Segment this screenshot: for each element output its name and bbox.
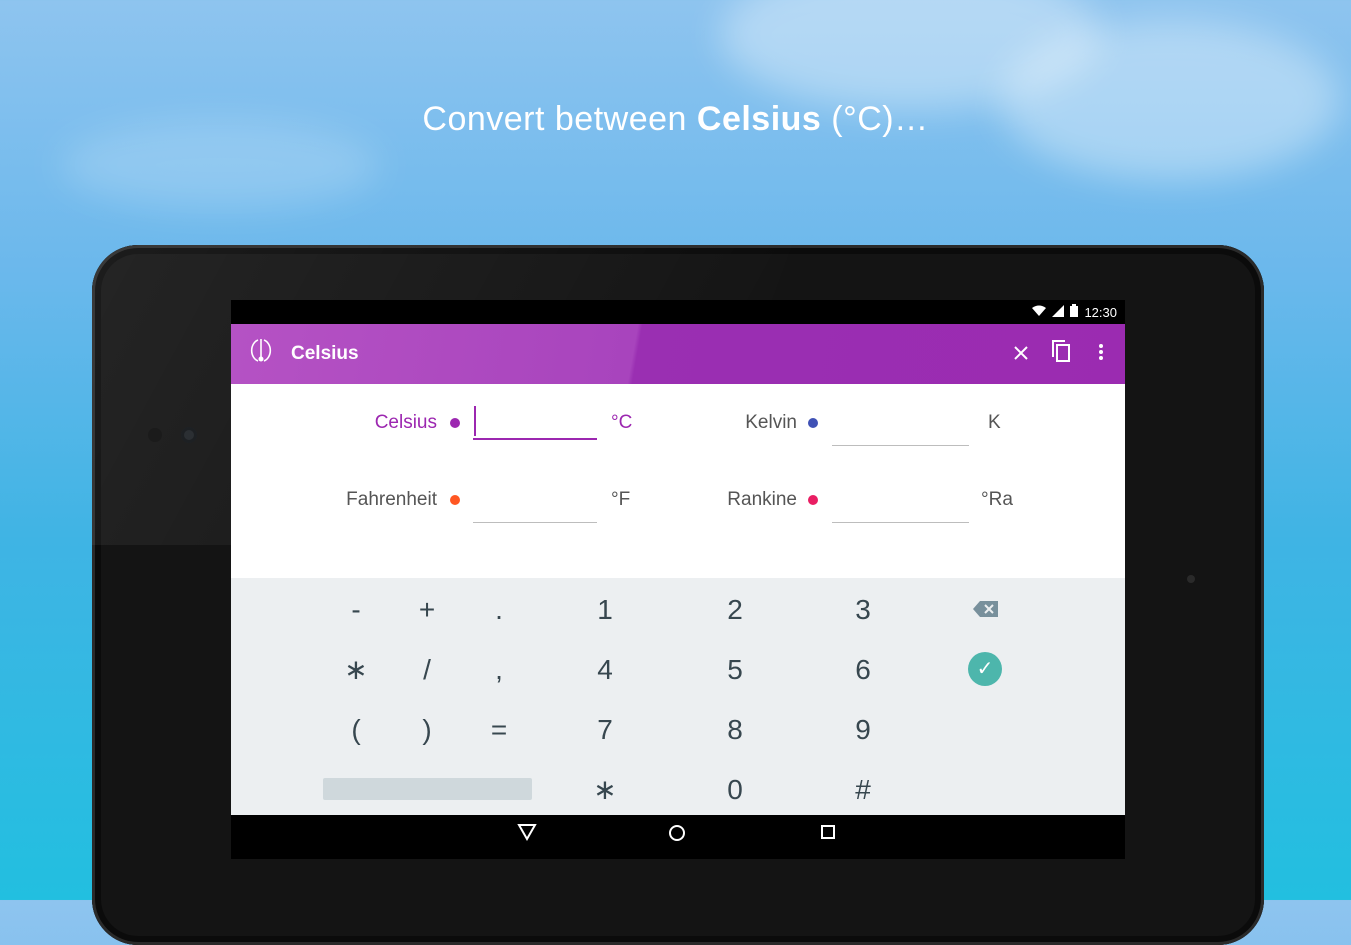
- key-2[interactable]: 2: [705, 590, 765, 630]
- rankine-dot: [808, 495, 818, 505]
- status-time: 12:30: [1084, 304, 1117, 320]
- key-star[interactable]: ∗: [575, 770, 635, 810]
- key-plus[interactable]: +: [397, 590, 457, 630]
- key-equals[interactable]: =: [469, 710, 529, 750]
- space-key[interactable]: [323, 778, 532, 800]
- key-dot[interactable]: .: [469, 590, 529, 630]
- text-caret: [474, 406, 476, 436]
- thermometer-icon: [231, 337, 291, 371]
- key-comma[interactable]: ,: [469, 650, 529, 690]
- key-9[interactable]: 9: [833, 710, 893, 750]
- app-title: Celsius: [291, 343, 359, 364]
- key-0[interactable]: 0: [705, 770, 765, 810]
- device-screen: 12:30 Celsius Celsius °C Kelvin K Fahren…: [231, 300, 1125, 859]
- headline-suffix: (°C)…: [821, 100, 929, 138]
- kelvin-label: Kelvin: [745, 412, 797, 433]
- light-sensor: [1187, 575, 1195, 583]
- key-1[interactable]: 1: [575, 590, 635, 630]
- home-circle-icon[interactable]: [662, 823, 692, 851]
- key-3[interactable]: 3: [833, 590, 893, 630]
- close-icon[interactable]: [1001, 341, 1041, 367]
- key-hash[interactable]: #: [833, 770, 893, 810]
- wifi-icon: [1032, 305, 1047, 320]
- fahrenheit-dot: [450, 495, 460, 505]
- headline: Convert between Celsius (°C)…: [0, 100, 1351, 139]
- key-6[interactable]: 6: [833, 650, 893, 690]
- recents-square-icon[interactable]: [813, 823, 843, 851]
- celsius-dot: [450, 418, 460, 428]
- back-triangle-icon[interactable]: [512, 823, 542, 851]
- keypad: - + . 1 2 3 ∗ / , 4 5 6 ✓ ( ) = 7 8 9 ∗ …: [231, 578, 1125, 815]
- kelvin-input[interactable]: [832, 409, 969, 446]
- signal-icon: [1052, 304, 1065, 320]
- check-circle-icon[interactable]: ✓: [968, 652, 1002, 686]
- battery-icon: [1070, 304, 1079, 320]
- fahrenheit-label: Fahrenheit: [346, 489, 437, 510]
- headline-bold: Celsius: [696, 100, 822, 138]
- key-open-paren[interactable]: (: [326, 710, 386, 750]
- key-asterisk[interactable]: ∗: [326, 650, 386, 690]
- celsius-unit: °C: [611, 412, 633, 433]
- copy-icon[interactable]: [1041, 340, 1081, 368]
- key-4[interactable]: 4: [575, 650, 635, 690]
- headline-prefix: Convert between: [422, 100, 697, 138]
- key-7[interactable]: 7: [575, 710, 635, 750]
- front-camera: [181, 427, 197, 443]
- proximity-sensor: [148, 428, 162, 442]
- backspace-icon[interactable]: [973, 600, 999, 618]
- rankine-unit: °Ra: [981, 489, 1013, 510]
- status-bar: 12:30: [231, 300, 1125, 324]
- fahrenheit-unit: °F: [611, 489, 631, 510]
- conversion-fields: Celsius °C Kelvin K Fahrenheit °F Rankin…: [231, 384, 1125, 578]
- key-5[interactable]: 5: [705, 650, 765, 690]
- key-slash[interactable]: /: [397, 650, 457, 690]
- nav-bar: [231, 815, 1125, 859]
- celsius-label: Celsius: [374, 412, 437, 433]
- key-close-paren[interactable]: ): [397, 710, 457, 750]
- kelvin-unit: K: [988, 412, 1001, 433]
- kelvin-dot: [808, 418, 818, 428]
- rankine-label: Rankine: [727, 489, 797, 510]
- app-bar: Celsius: [231, 324, 1125, 384]
- fahrenheit-input[interactable]: [473, 486, 597, 523]
- rankine-input[interactable]: [832, 486, 969, 523]
- key-minus[interactable]: -: [326, 590, 386, 630]
- key-8[interactable]: 8: [705, 710, 765, 750]
- more-vert-icon[interactable]: [1081, 341, 1121, 367]
- celsius-input[interactable]: [473, 402, 597, 440]
